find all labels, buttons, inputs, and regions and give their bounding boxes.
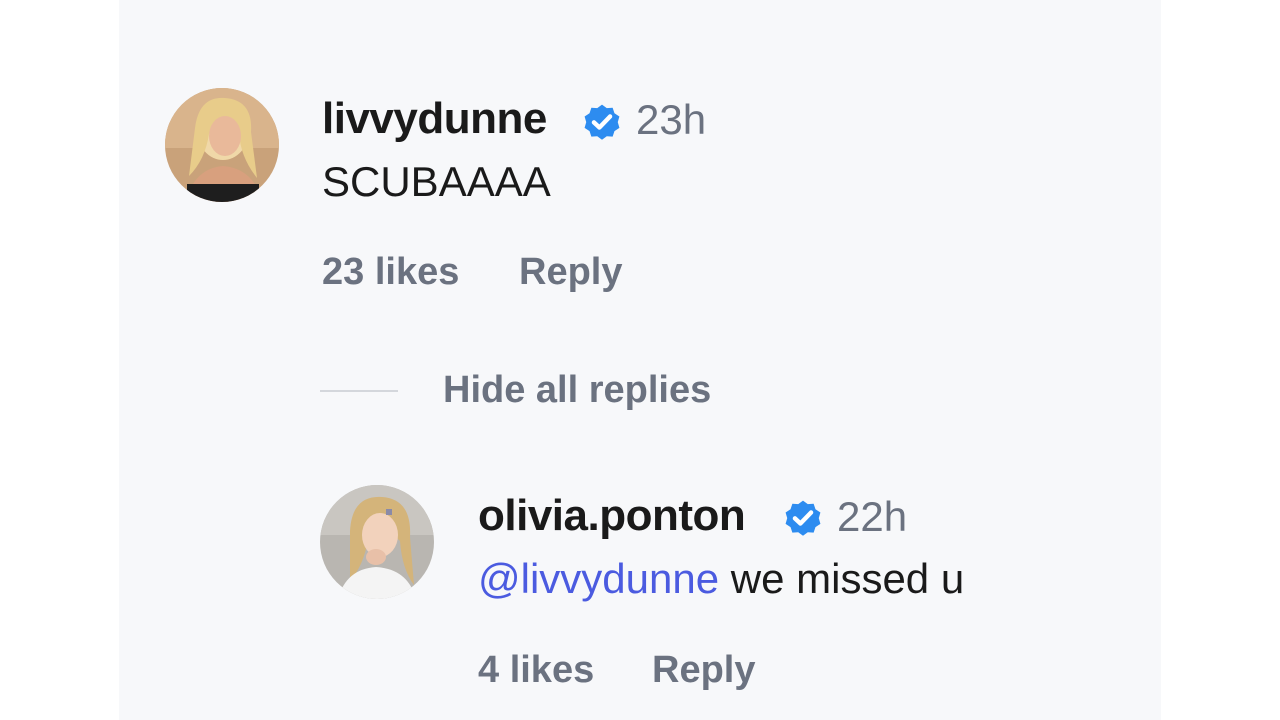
reply-reply-button[interactable]: Reply	[652, 649, 755, 692]
reply-username[interactable]: olivia.ponton	[478, 491, 746, 541]
avatar-photo-icon	[165, 88, 279, 202]
replies-divider-line	[320, 390, 398, 392]
hide-all-replies-button[interactable]: Hide all replies	[443, 369, 711, 412]
reply-text: @livvydunne we missed u	[478, 555, 964, 603]
comment-username[interactable]: livvydunne	[322, 94, 547, 144]
comment-text: SCUBAAAA	[322, 158, 551, 205]
avatar-livvydunne[interactable]	[165, 88, 279, 202]
verified-badge-icon	[584, 104, 620, 140]
comments-page: livvydunne 23h SCUBAAAA 23 likes Reply H…	[0, 0, 1280, 720]
comment-reply-button[interactable]: Reply	[519, 251, 622, 294]
comment-likes-count[interactable]: 23 likes	[322, 251, 459, 294]
avatar-photo-icon	[320, 485, 434, 599]
avatar-olivia-ponton[interactable]	[320, 485, 434, 599]
reply-timestamp: 22h	[837, 493, 908, 540]
reply-likes-count[interactable]: 4 likes	[478, 649, 594, 692]
reply-mention-link[interactable]: @livvydunne	[478, 555, 719, 602]
reply-text-body: we missed u	[719, 555, 965, 602]
verified-badge-icon	[785, 500, 821, 536]
comment-timestamp: 23h	[636, 96, 707, 143]
